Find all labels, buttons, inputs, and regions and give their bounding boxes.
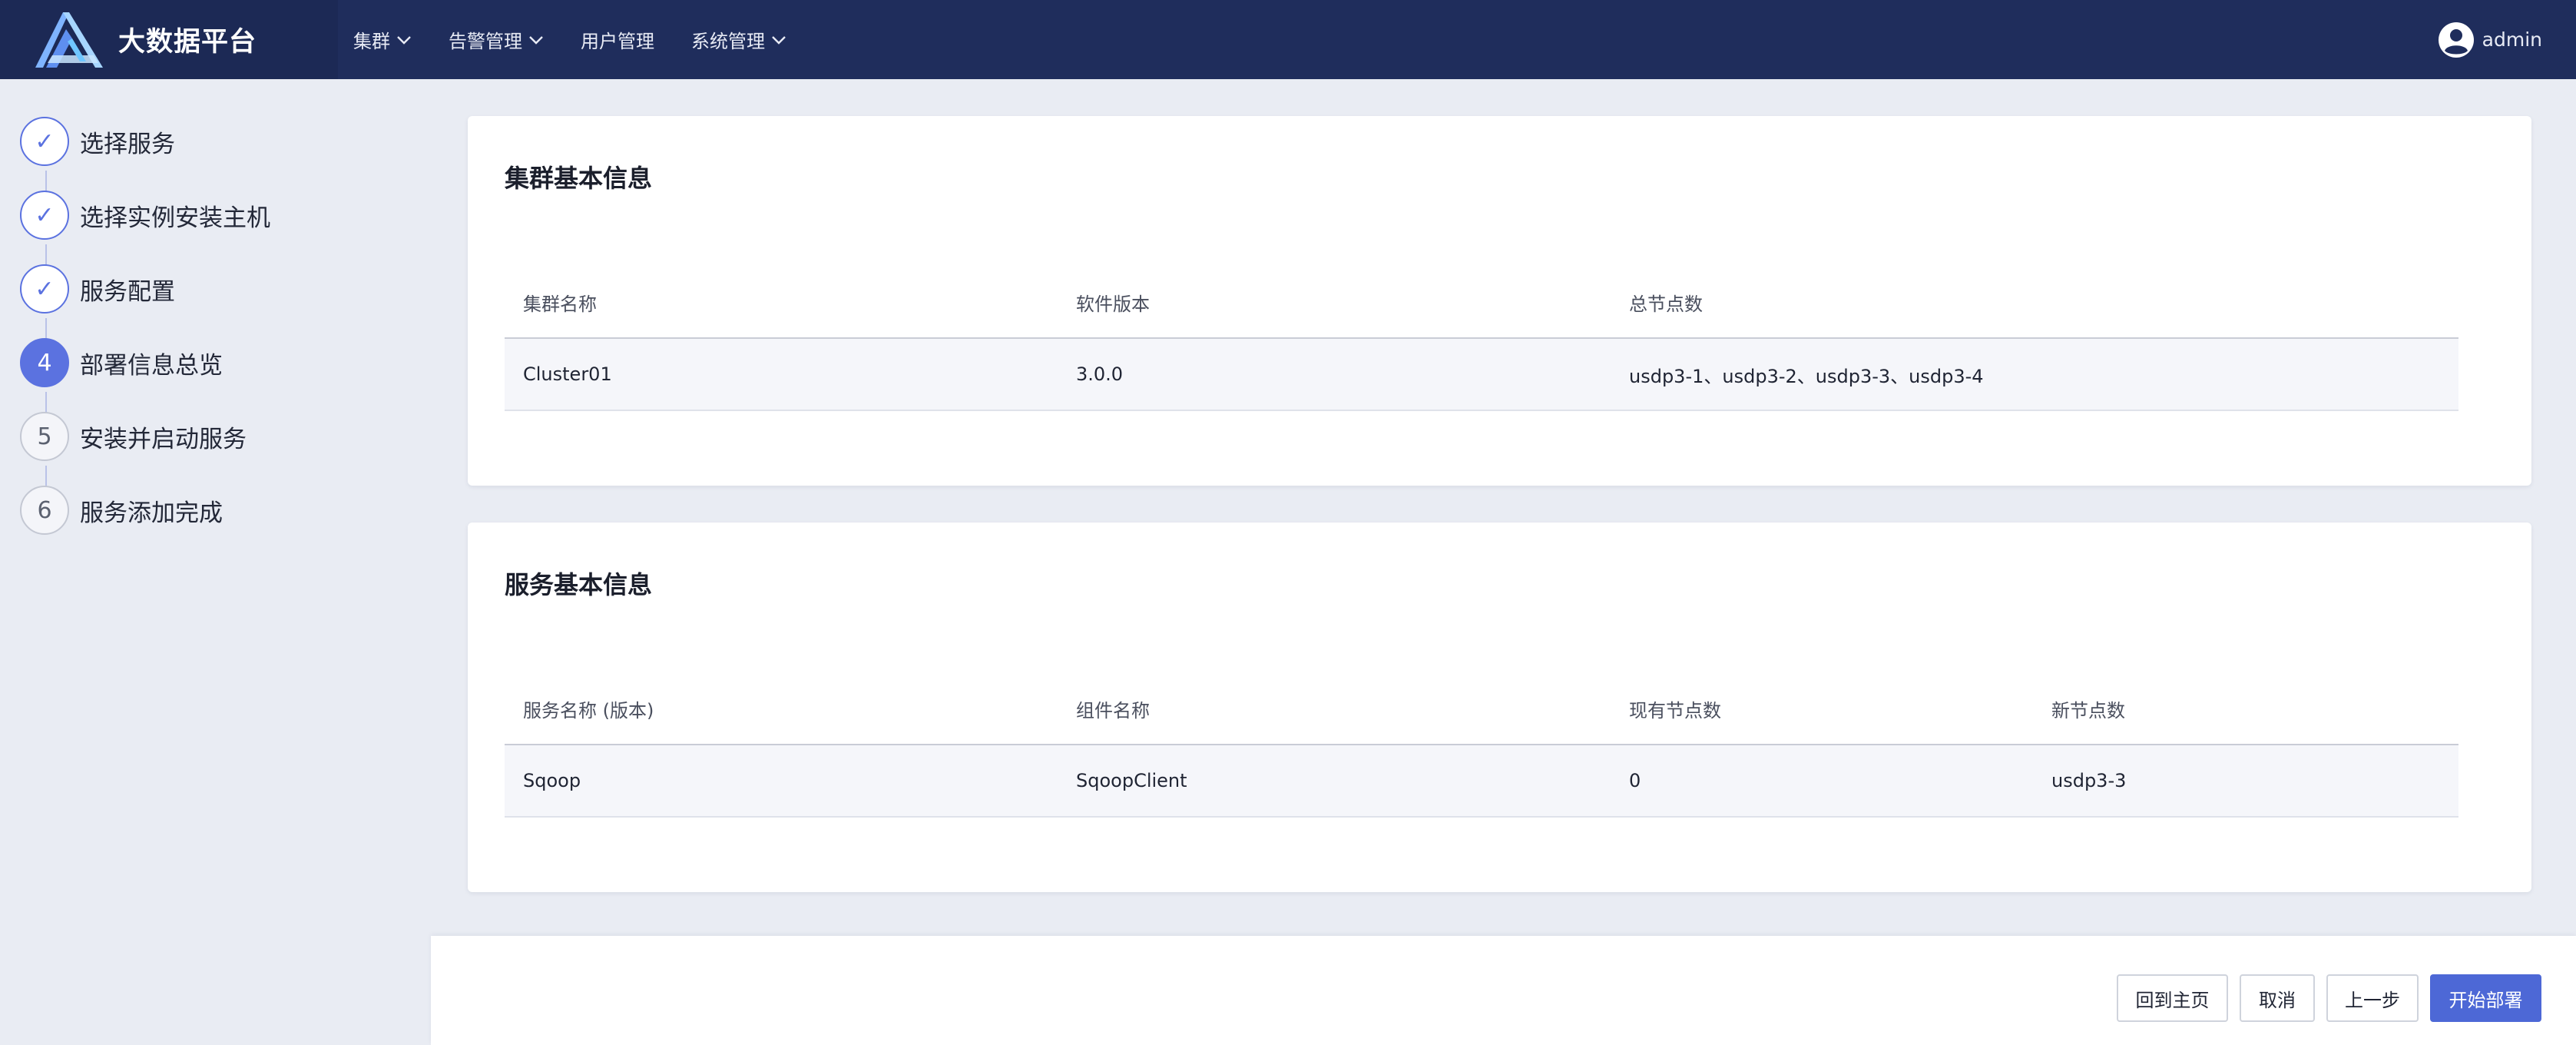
user-menu[interactable]: admin xyxy=(2438,0,2542,79)
column-header: 现有节点数 xyxy=(1629,699,1721,722)
main-nav: 集群 告警管理 用户管理 系统管理 xyxy=(353,0,823,79)
cell-existing-nodes: 0 xyxy=(1629,770,1641,791)
cluster-info-title: 集群基本信息 xyxy=(505,164,653,193)
step-label: 选择实例安装主机 xyxy=(80,204,270,232)
cell-cluster-name: Cluster01 xyxy=(523,363,612,385)
start-deploy-button[interactable]: 开始部署 xyxy=(2430,974,2541,1022)
column-header: 集群名称 xyxy=(523,293,597,315)
step-label: 服务添加完成 xyxy=(80,499,223,527)
top-header: 大数据平台 集群 告警管理 用户管理 系统管理 admin xyxy=(0,0,2576,79)
service-info-title: 服务基本信息 xyxy=(505,570,653,599)
nav-alarm-label: 告警管理 xyxy=(449,31,522,52)
chevron-down-icon xyxy=(529,35,543,45)
step-number: 6 xyxy=(20,486,69,535)
platform-logo-icon xyxy=(35,12,103,68)
check-icon: ✓ xyxy=(20,117,69,166)
cluster-info-table: 集群名称 软件版本 总节点数 Cluster01 3.0.0 usdp3-1、u… xyxy=(505,267,2458,411)
step-install-start: 5 安装并启动服务 xyxy=(20,410,247,463)
cell-component-name: SqoopClient xyxy=(1076,770,1187,791)
action-footer: 回到主页 取消 上一步 开始部署 xyxy=(431,936,2576,1045)
nav-users-label: 用户管理 xyxy=(581,31,654,52)
app-title: 大数据平台 xyxy=(118,27,257,58)
step-label: 选择服务 xyxy=(80,130,175,158)
chevron-down-icon xyxy=(772,35,786,45)
table-row: Sqoop SqoopClient 0 usdp3-3 xyxy=(505,745,2458,818)
user-avatar-icon xyxy=(2438,22,2474,58)
service-info-table: 服务名称 (版本) 组件名称 现有节点数 新节点数 Sqoop SqoopCli… xyxy=(505,673,2458,818)
chevron-down-icon xyxy=(397,35,411,45)
step-label: 服务配置 xyxy=(80,277,175,306)
column-header: 服务名称 (版本) xyxy=(523,699,654,722)
table-row: Cluster01 3.0.0 usdp3-1、usdp3-2、usdp3-3、… xyxy=(505,339,2458,411)
username: admin xyxy=(2482,28,2542,51)
step-number: 4 xyxy=(20,338,69,387)
nav-cluster[interactable]: 集群 xyxy=(353,26,412,53)
step-deploy-overview: 4 部署信息总览 xyxy=(20,337,223,389)
table-header: 服务名称 (版本) 组件名称 现有节点数 新节点数 xyxy=(505,673,2458,745)
cell-total-nodes: usdp3-1、usdp3-2、usdp3-3、usdp3-4 xyxy=(1629,365,1984,387)
step-service-config: ✓ 服务配置 xyxy=(20,263,175,315)
cluster-info-card: 集群基本信息 集群名称 软件版本 总节点数 Cluster01 3.0.0 us… xyxy=(468,116,2531,486)
check-icon: ✓ xyxy=(20,264,69,314)
table-header: 集群名称 软件版本 总节点数 xyxy=(505,267,2458,339)
column-header: 总节点数 xyxy=(1629,293,1703,315)
cell-software-version: 3.0.0 xyxy=(1076,363,1124,385)
check-icon: ✓ xyxy=(20,191,69,240)
column-header: 新节点数 xyxy=(2051,699,2125,722)
nav-cluster-label: 集群 xyxy=(353,31,390,52)
nav-users[interactable]: 用户管理 xyxy=(581,26,654,53)
nav-alarm[interactable]: 告警管理 xyxy=(449,26,544,53)
step-select-hosts: ✓ 选择实例安装主机 xyxy=(20,189,270,241)
cell-service-name: Sqoop xyxy=(523,770,581,791)
cell-new-nodes: usdp3-3 xyxy=(2051,770,2127,791)
column-header: 软件版本 xyxy=(1076,293,1150,315)
step-label: 安装并启动服务 xyxy=(80,425,247,453)
nav-system-label: 系统管理 xyxy=(691,31,765,52)
service-info-card: 服务基本信息 服务名称 (版本) 组件名称 现有节点数 新节点数 Sqoop S… xyxy=(468,522,2531,892)
back-home-button[interactable]: 回到主页 xyxy=(2117,974,2228,1022)
previous-step-button[interactable]: 上一步 xyxy=(2326,974,2419,1022)
step-label: 部署信息总览 xyxy=(80,351,223,380)
step-sidebar: ✓ 选择服务 ✓ 选择实例安装主机 ✓ 服务配置 4 部署信息总览 5 安装并启… xyxy=(0,79,430,1045)
nav-system[interactable]: 系统管理 xyxy=(691,26,786,53)
step-select-service: ✓ 选择服务 xyxy=(20,115,175,168)
cancel-button[interactable]: 取消 xyxy=(2240,974,2315,1022)
logo-area[interactable]: 大数据平台 xyxy=(0,0,338,79)
step-number: 5 xyxy=(20,412,69,461)
column-header: 组件名称 xyxy=(1076,699,1150,722)
step-complete: 6 服务添加完成 xyxy=(20,484,223,536)
